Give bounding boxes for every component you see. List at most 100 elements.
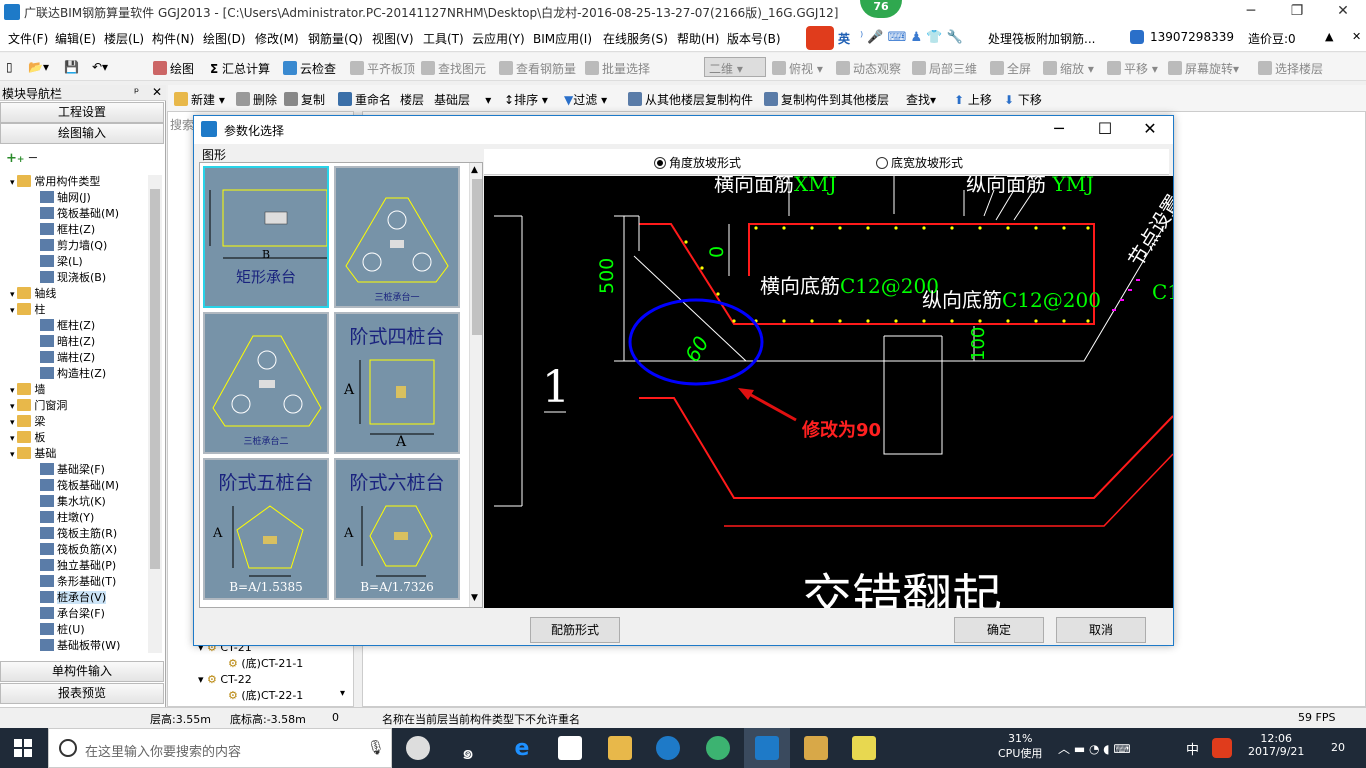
tree-folder[interactable]: ▾ 墙 [10,382,45,398]
shape-tile-three-pile-1[interactable]: 三桩承台一 [334,166,460,308]
tree-item[interactable]: 现浇板(B) [40,270,106,286]
active-task[interactable] [744,728,790,768]
list-item[interactable]: ⚙ (底)CT-21-1 [228,656,303,672]
clock[interactable]: 12:06 2017/9/21 [1248,732,1304,758]
menu-component[interactable]: 构件(N) [152,30,194,47]
tree-folder[interactable]: ▾ 门窗洞 [10,398,67,414]
section-drawing[interactable]: 横向面筋XMJ 纵向面筋 YMJ 节点设置 500 0 60 100 横向底筋C… [484,176,1173,608]
select-floor-button[interactable]: 选择楼层 [1258,60,1323,77]
shape-tile-step-six-pile[interactable]: 阶式六桩台 A B=A/1.7326 [334,458,460,600]
tree-item[interactable]: 集水坑(K) [40,494,106,510]
tree-item[interactable]: 框柱(Z) [40,222,95,238]
taskbar-search[interactable]: 在这里输入你要搜索的内容 🎙 [48,728,392,768]
task-view-icon[interactable] [406,736,430,760]
list-item[interactable]: ▾ ⚙ CT-22 [198,672,252,688]
project-settings-button[interactable]: 工程设置 [0,102,164,123]
menu-draw[interactable]: 绘图(D) [203,30,246,47]
tree-item[interactable]: 筏板基础(M) [40,206,119,222]
menu-help[interactable]: 帮助(H) [677,30,719,47]
menu-rebar[interactable]: 钢筋量(Q) [308,30,363,47]
score-badge[interactable]: 76 [860,0,902,18]
dialog-maximize-button[interactable]: ☐ [1082,116,1128,144]
delete-button[interactable]: 删除 [236,91,277,108]
report-preview-button[interactable]: 报表预览 [0,683,164,704]
tree-item[interactable]: 基础板带(W) [40,638,120,654]
menu-file[interactable]: 文件(F) [8,30,48,47]
menu-online[interactable]: 在线服务(S) [603,30,668,47]
local-3d-button[interactable]: 局部三维 [912,60,977,77]
panel-close-icon[interactable]: ✕ [152,85,162,99]
tree-folder[interactable]: ▾ 梁 [10,414,45,430]
tree-item[interactable]: 基础梁(F) [40,462,105,478]
cpu-usage[interactable]: 31% CPU使用 [998,732,1042,761]
menu-floor[interactable]: 楼层(L) [104,30,144,47]
tree-item[interactable]: 筏板基础(M) [40,478,119,494]
fullscreen-button[interactable]: 全屏 [990,60,1031,77]
move-up-button[interactable]: ⬆ 上移 [954,91,992,108]
menu-view[interactable]: 视图(V) [372,30,414,47]
notification-center[interactable]: 20 [1326,738,1350,758]
store-icon[interactable] [558,736,582,760]
copy-from-other-floor-button[interactable]: 从其他楼层复制构件 [628,91,753,108]
notes-icon[interactable] [804,736,828,760]
close-button[interactable]: ✕ [1320,0,1366,24]
pan-button[interactable]: 平移 ▾ [1107,60,1158,77]
tree-item[interactable]: 构造柱(Z) [40,366,106,382]
zoom-button[interactable]: 缩放 ▾ [1043,60,1094,77]
tree-scrollbar[interactable] [148,175,162,653]
scroll-down-icon[interactable]: ▾ [340,688,345,699]
find-element-button[interactable]: 查找图元 [421,60,486,77]
copy-to-other-floor-button[interactable]: 复制构件到其他楼层 [764,91,889,108]
top-view-button[interactable]: 俯视 ▾ [772,60,823,77]
menu-cloud[interactable]: 云应用(Y) [472,30,525,47]
sogou-tray-icon[interactable] [1212,738,1232,758]
draw-button[interactable]: 绘图 [153,60,194,77]
menu-edit[interactable]: 编辑(E) [55,30,96,47]
radio-angle-slope[interactable]: 角度放坡形式 [654,154,741,171]
menu-version[interactable]: 版本号(B) [727,30,781,47]
view-mode-select[interactable]: 二维 ▾ [704,57,766,77]
move-down-button[interactable]: ⬇ 下移 [1004,91,1042,108]
open-file-icon[interactable]: 📂▾ [28,60,49,74]
minimize-button[interactable]: ─ [1228,0,1274,24]
save-icon[interactable]: 💾 [64,60,79,74]
cancel-button[interactable]: 取消 [1056,617,1146,643]
green-app-icon[interactable] [706,736,730,760]
tree-folder[interactable]: ▾ 板 [10,430,45,446]
view-rebar-qty-button[interactable]: 查看钢筋量 [499,60,576,77]
tree-item[interactable]: 承台梁(F) [40,606,105,622]
tree-item[interactable]: 柱墩(Y) [40,510,94,526]
tree-item[interactable]: 剪力墙(Q) [40,238,107,254]
tree-item[interactable]: 条形基础(T) [40,574,116,590]
dialog-minimize-button[interactable]: ─ [1036,116,1082,144]
menu-bim[interactable]: BIM应用(I) [533,30,592,47]
summary-calc-button[interactable]: Σ 汇总计算 [210,60,270,77]
tree-folder[interactable]: ▾ 基础 [10,446,56,462]
orbit-button[interactable]: 动态观察 [836,60,901,77]
help-app-icon[interactable] [852,736,876,760]
app-swirl-icon[interactable]: ๑ [456,736,480,764]
ime-mode[interactable]: 英 [838,30,850,47]
align-slab-top-button[interactable]: 平齐板顶 [350,60,415,77]
ime-toolbar-icons[interactable]: ⁾ 🎤 ⌨ ♟ 👕 🔧 [860,30,963,45]
new-file-icon[interactable]: ▯ [6,60,13,74]
windows-start-icon[interactable] [14,739,32,757]
filter-button[interactable]: ▼过滤 ▾ [564,91,607,108]
tree-item[interactable]: 端柱(Z) [40,350,95,366]
shape-tile-rect-cap[interactable]: B 矩形承台 [203,166,329,308]
maximize-button[interactable]: ❐ [1274,0,1320,24]
tree-item[interactable]: 暗柱(Z) [40,334,95,350]
user-phone[interactable]: 13907298339 [1150,30,1234,44]
tree-folder[interactable]: ▾ 轴线 [10,286,56,302]
menu-close-icon[interactable]: ✕ [1352,30,1361,43]
expand-all-icon[interactable]: ++ ─ [6,151,37,166]
rename-button[interactable]: 重命名 [338,91,391,108]
tray-icons[interactable]: ︿ ▬ ◔ ◖ ⌨ [1058,740,1131,757]
menu-tools[interactable]: 工具(T) [423,30,464,47]
batch-select-button[interactable]: 批量选择 [585,60,650,77]
shape-tile-step-five-pile[interactable]: 阶式五桩台 A B=A/1.5385 [203,458,329,600]
rebar-form-button[interactable]: 配筋形式 [530,617,620,643]
cost-beans[interactable]: 造价豆:0 [1248,30,1296,47]
menu-collapse-icon[interactable]: ▲ [1325,30,1333,43]
menu-modify[interactable]: 修改(M) [255,30,299,47]
